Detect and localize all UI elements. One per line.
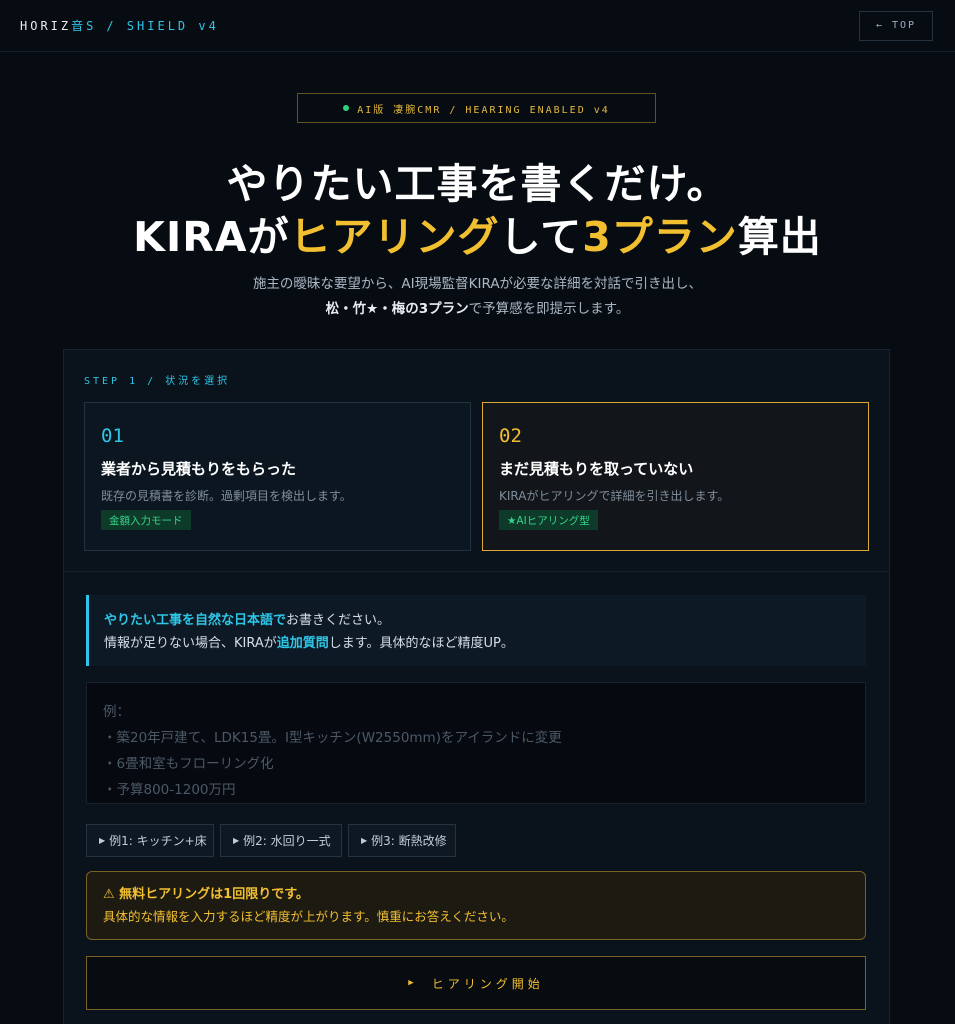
- card-number: 02: [499, 425, 522, 447]
- example-label: 例3: 断熱改修: [371, 834, 447, 848]
- instruction-text: 情報が足りない場合、KIRAが: [104, 636, 277, 651]
- page-title-line1: やりたい工事を書くだけ。: [226, 160, 729, 208]
- brand-name-a: HORIZ: [20, 19, 72, 33]
- card-number: 01: [101, 425, 124, 447]
- play-icon: ▶: [99, 836, 106, 845]
- section-divider: [64, 571, 889, 572]
- instruction-line1: やりたい工事を自然な日本語でお書きください。: [104, 609, 866, 632]
- step-label: STEP 1 / 状況を選択: [84, 376, 231, 387]
- start-hearing-label: ヒアリング開始: [431, 976, 544, 991]
- instruction-text: お書きください。: [286, 613, 391, 628]
- back-to-top-button[interactable]: ← TOP: [859, 10, 933, 41]
- card-title: 業者から見積もりをもらった: [101, 460, 297, 478]
- instruction-box: やりたい工事を自然な日本語でお書きください。 情報が足りない場合、KIRAが追加…: [86, 595, 866, 666]
- subtitle-emphasis: 松・竹★・梅の3プラン: [325, 301, 469, 317]
- option-card-has-estimate[interactable]: 01 業者から見積もりをもらった 既存の見積書を診断。過剰項目を検出します。 金…: [84, 402, 471, 551]
- warning-text: 具体的な情報を入力するほど精度が上がります。慎重にお答えください。: [103, 909, 514, 924]
- request-textarea[interactable]: 例： ・築20年戸建て、LDK15畳。I型キッチン(W2550mm)をアイランド…: [86, 682, 866, 804]
- instruction-emphasis: やりたい工事を自然な日本語で: [104, 613, 287, 628]
- brand-logo[interactable]: HORIZ音S / SHIELD v4: [20, 17, 219, 34]
- instruction-text: します。具体的なほど精度UP。: [328, 636, 514, 651]
- placeholder-line: ・築20年戸建て、LDK15畳。I型キッチン(W2550mm)をアイランドに変更: [103, 730, 562, 746]
- version-badge-text: AI版 凄腕CMR / HEARING ENABLED v4: [357, 104, 610, 116]
- subtitle-line2: 松・竹★・梅の3プランで予算感を即提示します。: [0, 297, 955, 317]
- page-title-line2: KIRAがヒアリングして3プラン算出: [0, 203, 955, 263]
- card-title: まだ見積もりを取っていない: [499, 460, 694, 478]
- subtitle-line1: 施主の曖昧な要望から、AI現場監督KIRAが必要な詳細を対話で引き出し、: [252, 276, 703, 292]
- card-description: KIRAがヒアリングで詳細を引き出します。: [499, 489, 730, 503]
- card-tag: 金額入力モード: [101, 510, 191, 530]
- example-button-insulation[interactable]: ▶ 例3: 断熱改修: [348, 824, 456, 857]
- top-bar: HORIZ音S / SHIELD v4 ← TOP: [0, 0, 955, 52]
- start-hearing-button[interactable]: ▶ ヒアリング開始: [86, 956, 866, 1010]
- example-button-kitchen[interactable]: ▶ 例1: キッチン+床: [86, 824, 214, 857]
- status-dot-icon: [343, 105, 350, 111]
- example-button-water[interactable]: ▶ 例2: 水回り一式: [220, 824, 342, 857]
- placeholder-line: ・予算800-1200万円: [103, 782, 236, 798]
- placeholder-line: ・6畳和室もフローリング化: [103, 756, 274, 772]
- subtitle-rest: で予算感を即提示します。: [468, 301, 630, 317]
- play-icon: ▶: [408, 978, 418, 988]
- version-badge: AI版 凄腕CMR / HEARING ENABLED v4: [297, 93, 656, 123]
- instruction-line2: 情報が足りない場合、KIRAが追加質問します。具体的なほど精度UP。: [104, 632, 866, 655]
- title-part: して: [499, 213, 583, 261]
- card-tag: ★AIヒアリング型: [499, 510, 598, 530]
- play-icon: ▶: [233, 836, 240, 845]
- option-card-no-estimate[interactable]: 02 まだ見積もりを取っていない KIRAがヒアリングで詳細を引き出します。 ★…: [482, 402, 869, 551]
- example-label: 例2: 水回り一式: [243, 834, 331, 848]
- warning-box: ⚠ 無料ヒアリングは1回限りです。 具体的な情報を入力するほど精度が上がります。…: [86, 871, 866, 940]
- card-description: 既存の見積書を診断。過剰項目を検出します。: [101, 489, 352, 503]
- title-part: KIRAが: [133, 213, 290, 261]
- brand-name-b: 音S: [71, 19, 97, 33]
- instruction-emphasis: 追加質問: [276, 636, 329, 651]
- title-highlight: 3プラン: [582, 213, 738, 261]
- title-part: 算出: [737, 213, 822, 261]
- warning-title: ⚠ 無料ヒアリングは1回限りです。: [103, 887, 309, 902]
- brand-product: / SHIELD v4: [106, 19, 219, 33]
- play-icon: ▶: [361, 836, 368, 845]
- title-highlight: ヒアリング: [289, 213, 500, 261]
- example-label: 例1: キッチン+床: [109, 834, 207, 848]
- placeholder-line: 例：: [103, 704, 130, 720]
